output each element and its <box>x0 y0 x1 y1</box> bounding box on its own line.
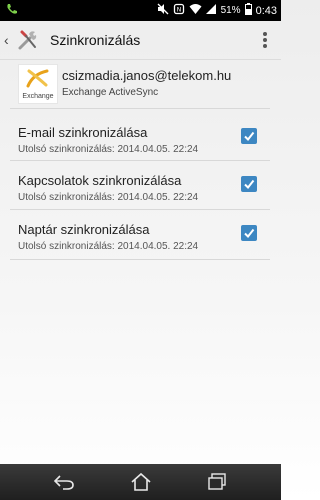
sync-item-subtitle: Utolsó szinkronizálás: 2014.04.05. 22:24 <box>18 144 199 155</box>
navigation-bar <box>0 464 281 500</box>
action-bar: ‹ Szinkronizálás <box>0 21 281 60</box>
settings-tools-icon[interactable] <box>16 27 42 53</box>
svg-text:N: N <box>176 7 181 14</box>
sync-item-title: Kapcsolatok szinkronizálása <box>18 173 182 188</box>
status-bar: N 51% 0:43 <box>0 0 281 21</box>
recents-icon[interactable] <box>205 471 229 493</box>
wifi-icon <box>189 3 202 18</box>
divider <box>10 209 270 210</box>
divider <box>10 259 270 260</box>
sync-item-calendar[interactable]: Naptár szinkronizálása Utolsó szinkroniz… <box>0 211 281 259</box>
contacts-sync-checkbox[interactable] <box>241 176 257 192</box>
sync-item-title: Naptár szinkronizálása <box>18 222 150 237</box>
exchange-logo-text: Exchange <box>22 93 54 100</box>
battery-icon <box>244 3 252 18</box>
email-sync-checkbox[interactable] <box>241 128 257 144</box>
back-icon[interactable] <box>52 471 76 493</box>
clock: 0:43 <box>255 4 277 17</box>
overflow-menu-icon[interactable] <box>263 30 269 50</box>
battery-percent: 51% <box>220 5 241 16</box>
calendar-sync-checkbox[interactable] <box>241 225 257 241</box>
home-icon[interactable] <box>129 471 153 493</box>
sync-item-contacts[interactable]: Kapcsolatok szinkronizálása Utolsó szink… <box>0 162 281 210</box>
back-chevron-icon[interactable]: ‹ <box>4 32 14 48</box>
sync-item-subtitle: Utolsó szinkronizálás: 2014.04.05. 22:24 <box>18 192 199 203</box>
sync-item-subtitle: Utolsó szinkronizálás: 2014.04.05. 22:24 <box>18 241 199 252</box>
divider <box>10 160 270 161</box>
signal-icon <box>205 3 217 18</box>
account-header: Exchange csizmadia.janos@telekom.hu Exch… <box>0 60 281 108</box>
sync-item-title: E-mail szinkronizálása <box>18 125 148 140</box>
page-title: Szinkronizálás <box>50 32 141 48</box>
phone-icon <box>6 3 18 18</box>
sync-item-email[interactable]: E-mail szinkronizálása Utolsó szinkroniz… <box>0 114 281 162</box>
exchange-logo: Exchange <box>18 64 58 104</box>
account-type: Exchange ActiveSync <box>62 87 159 98</box>
divider <box>10 108 270 109</box>
account-email: csizmadia.janos@telekom.hu <box>62 68 232 83</box>
nfc-icon: N <box>173 3 185 18</box>
mute-icon <box>157 3 169 18</box>
